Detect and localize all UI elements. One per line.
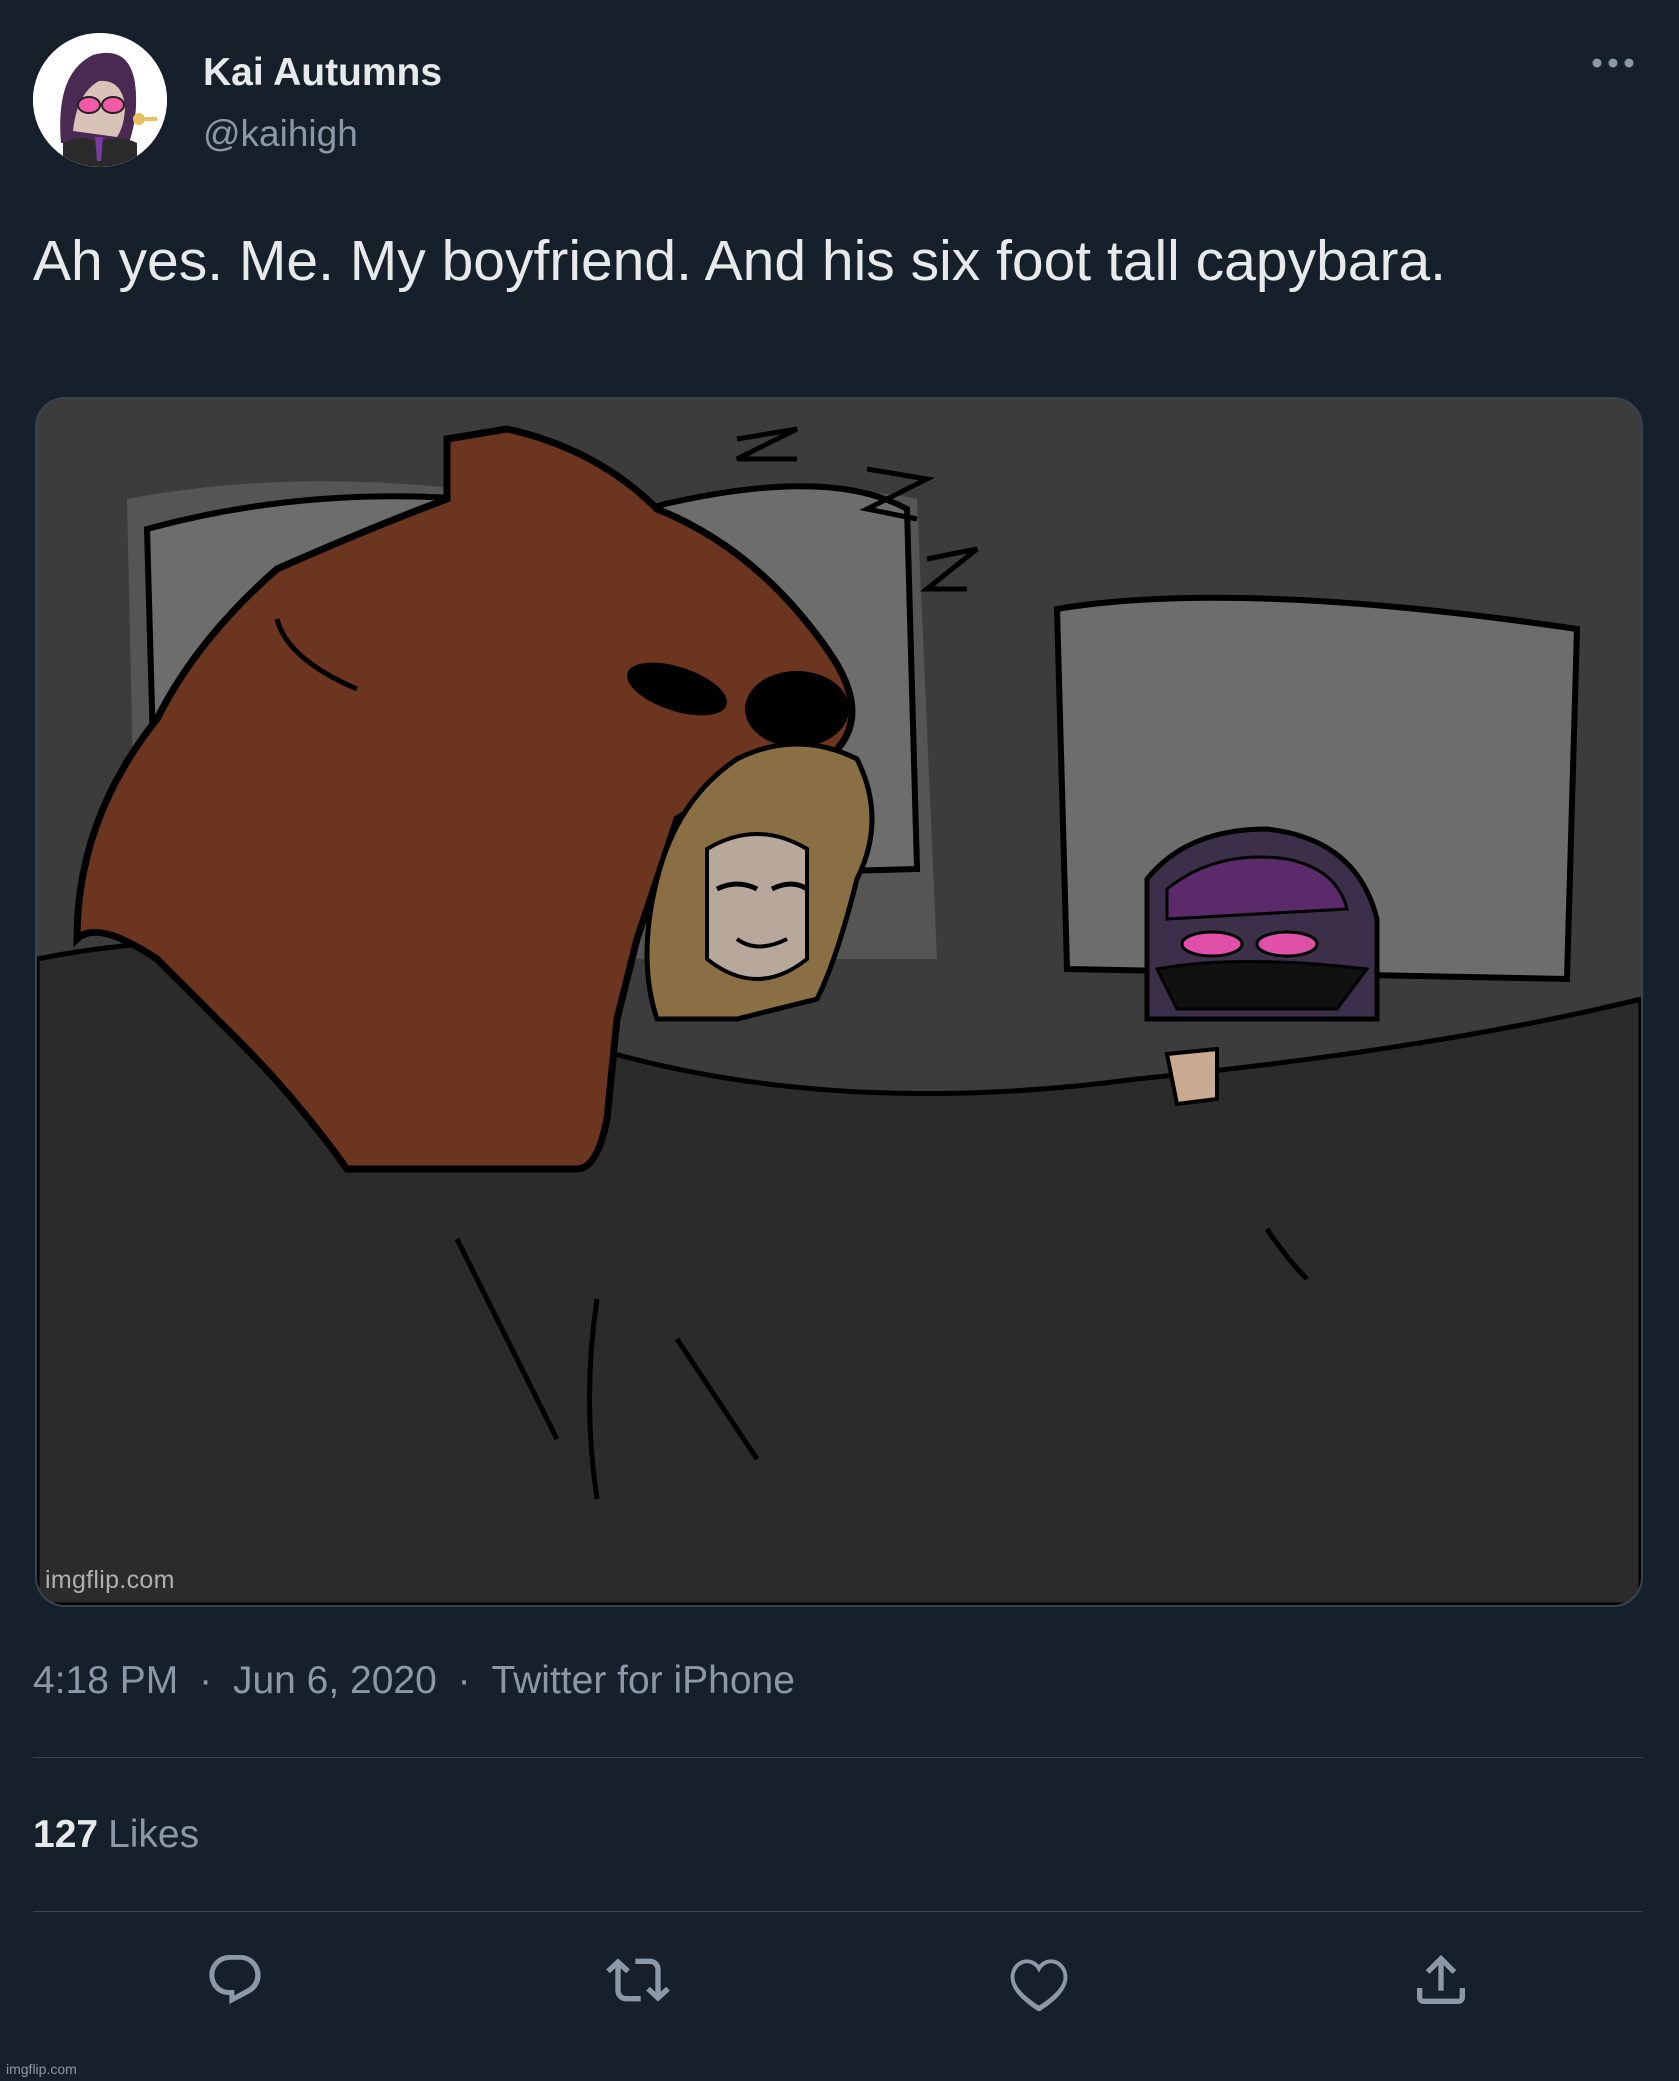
display-name[interactable]: Kai Autumns [203, 51, 442, 95]
media-watermark: imgflip.com [45, 1566, 175, 1594]
tweet-time[interactable]: 4:18 PM [33, 1659, 178, 1703]
divider [33, 1911, 1643, 1912]
more-icon [1592, 58, 1634, 68]
likes-count: 127 [33, 1813, 99, 1856]
reply-icon [209, 1955, 261, 2004]
share-button[interactable] [1401, 1940, 1481, 2020]
share-icon [1417, 1954, 1465, 2004]
meta-separator: · [457, 1659, 471, 1702]
tweet-header: Kai Autumns @kaihigh [33, 33, 1643, 169]
tweet-media[interactable]: imgflip.com [35, 397, 1643, 1607]
tweet-source[interactable]: Twitter for iPhone [491, 1659, 794, 1703]
media-image [37, 399, 1641, 1605]
tweet-date[interactable]: Jun 6, 2020 [233, 1659, 437, 1703]
likes-label: Likes [108, 1813, 200, 1856]
likes-stat[interactable]: 127 Likes [33, 1813, 199, 1857]
tweet-detail: Kai Autumns @kaihigh Ah yes. Me. My boyf… [0, 0, 1679, 2081]
retweet-button[interactable] [598, 1940, 678, 2020]
like-button[interactable] [999, 1940, 1079, 2020]
tweet-meta: 4:18 PM · Jun 6, 2020 · Twitter for iPho… [33, 1659, 795, 1703]
reply-button[interactable] [195, 1940, 275, 2020]
meta-separator: · [199, 1659, 213, 1702]
user-handle[interactable]: @kaihigh [203, 113, 358, 155]
avatar[interactable] [33, 33, 167, 167]
tweet-text: Ah yes. Me. My boyfriend. And his six fo… [33, 229, 1447, 293]
more-button[interactable] [1583, 43, 1643, 83]
footer-watermark: imgflip.com [6, 2061, 77, 2077]
avatar-icon [33, 33, 167, 167]
retweet-icon [606, 1958, 670, 2002]
tweet-actions [0, 1940, 1679, 2020]
heart-icon [1010, 1959, 1068, 2011]
divider [33, 1757, 1643, 1758]
